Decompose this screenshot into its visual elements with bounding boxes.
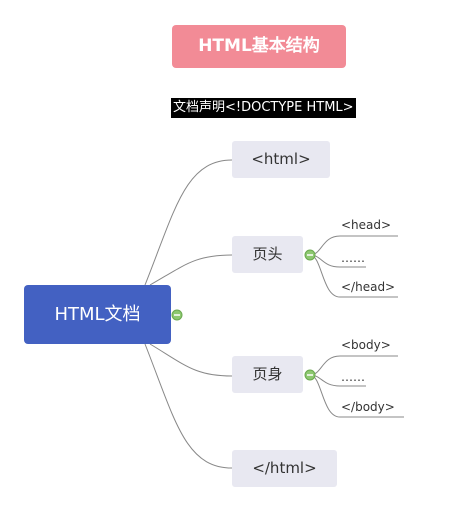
leaf-head-dots[interactable]: ……: [341, 251, 365, 265]
leaf-body-dots[interactable]: ……: [341, 370, 365, 384]
collapse-toggle-head[interactable]: [304, 249, 316, 261]
diagram-title: HTML基本结构: [172, 25, 346, 68]
leaf-body-open[interactable]: <body>: [341, 338, 391, 352]
leaf-head-open[interactable]: <head>: [341, 218, 391, 232]
link-root-head: [149, 254, 233, 286]
node-html-open[interactable]: <html>: [232, 141, 330, 178]
node-body[interactable]: 页身: [232, 356, 303, 393]
leaf-body-close[interactable]: </body>: [341, 400, 395, 414]
link-root-html-open: [144, 159, 233, 286]
mindmap-connectors: [144, 159, 404, 469]
link-root-body: [149, 343, 233, 377]
node-html-close[interactable]: </html>: [232, 450, 337, 487]
node-head[interactable]: 页头: [232, 236, 303, 273]
root-node-html-document[interactable]: HTML文档: [24, 285, 171, 344]
collapse-toggle-root[interactable]: [171, 309, 183, 321]
link-root-html-close: [144, 343, 233, 469]
leaf-head-close[interactable]: </head>: [341, 280, 395, 294]
collapse-toggle-body[interactable]: [304, 369, 316, 381]
doctype-note: 文档声明<!DOCTYPE HTML>: [171, 98, 356, 118]
